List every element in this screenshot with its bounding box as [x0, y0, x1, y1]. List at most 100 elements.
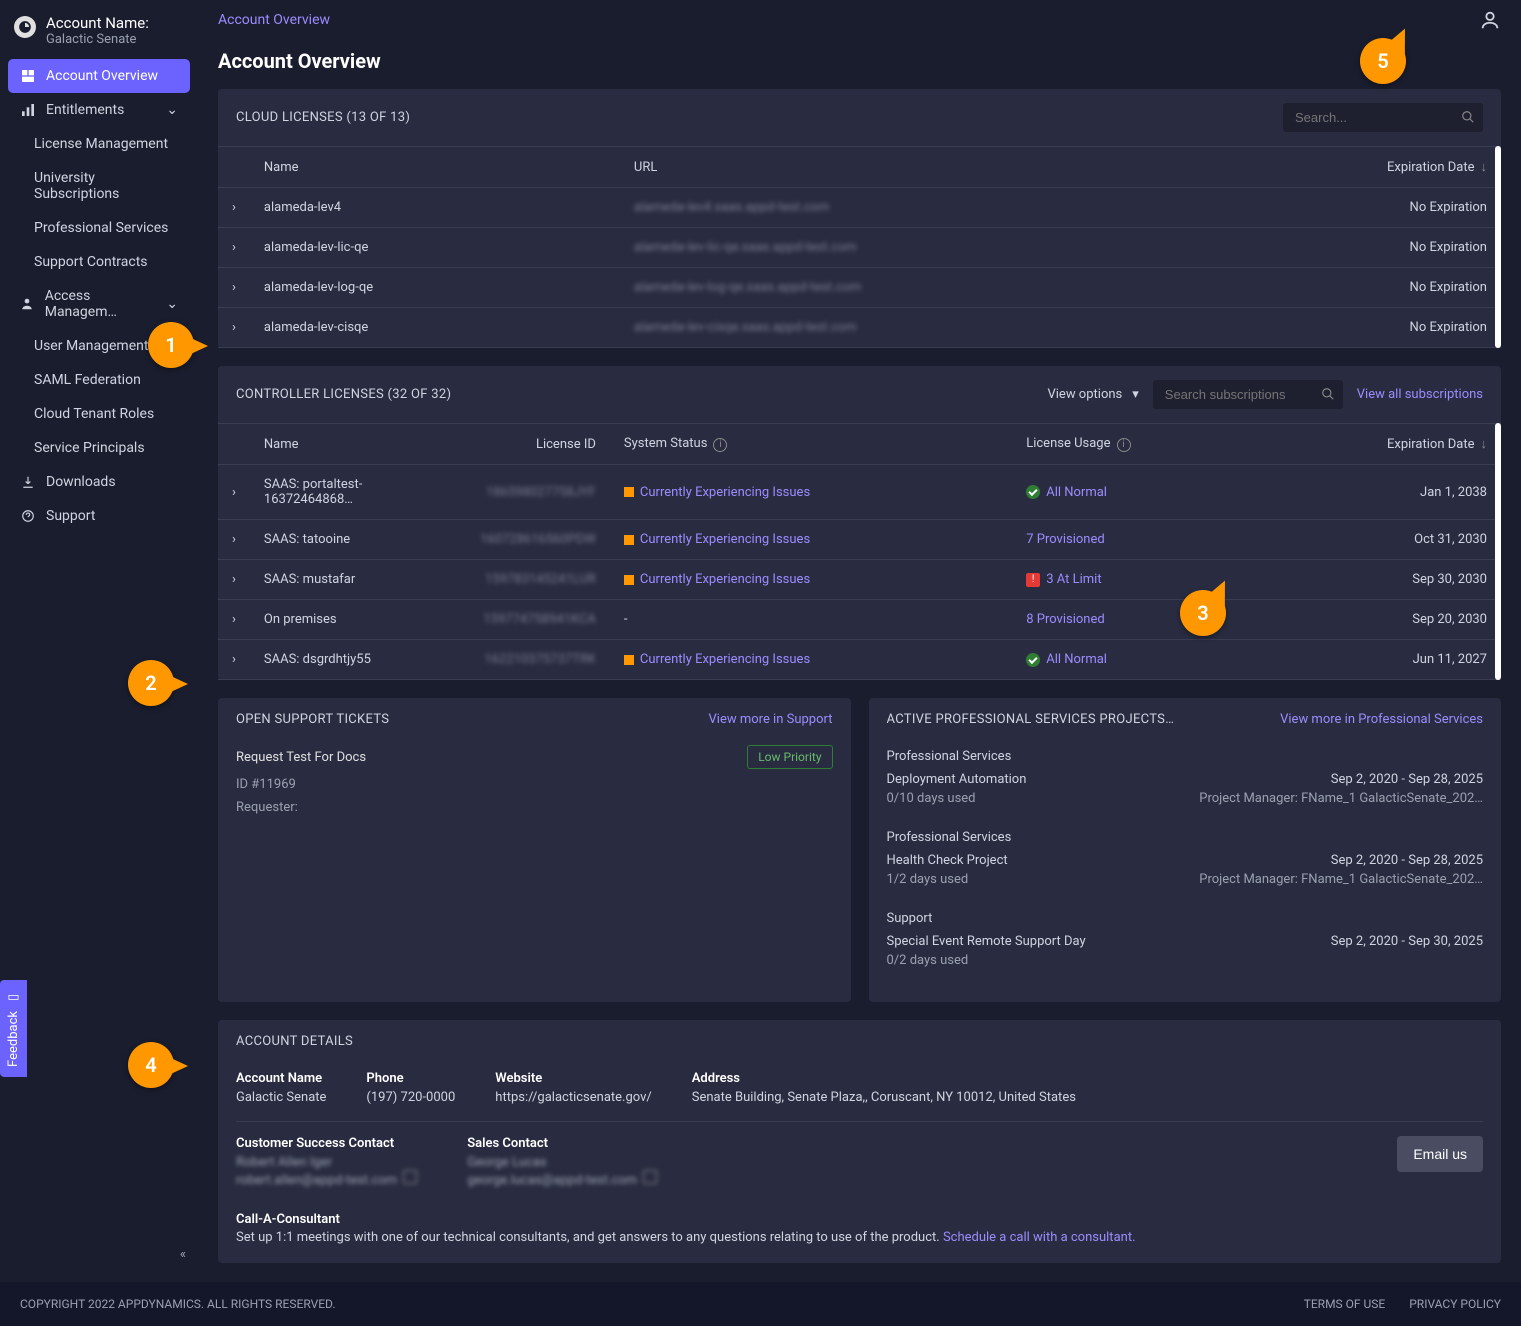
- table-row[interactable]: › On premises 159774758941KCA - 8 Provis…: [218, 600, 1501, 640]
- expand-icon[interactable]: ›: [218, 308, 250, 348]
- cell-expiration: No Expiration: [1207, 308, 1501, 348]
- cell-status[interactable]: Currently Experiencing Issues: [610, 465, 1012, 520]
- table-row[interactable]: › SAAS: dsgrdhtjy55 162210375737TRK Curr…: [218, 640, 1501, 680]
- cell-expiration: Sep 30, 2030: [1261, 560, 1501, 600]
- view-all-subscriptions-link[interactable]: View all subscriptions: [1357, 387, 1483, 402]
- expand-icon[interactable]: ›: [218, 228, 250, 268]
- cell-name: alameda-lev-lic-qe: [250, 228, 620, 268]
- nav-account-overview[interactable]: Account Overview: [8, 59, 190, 93]
- nav-professional-services[interactable]: Professional Services: [18, 211, 190, 245]
- expand-icon[interactable]: ›: [218, 188, 250, 228]
- col-system-status[interactable]: System Statusi: [610, 424, 1012, 465]
- col-expiration[interactable]: Expiration Date↓: [1261, 424, 1501, 465]
- col-name[interactable]: Name: [250, 424, 460, 465]
- chevron-down-icon: ⌄: [166, 102, 178, 118]
- nav-access-management[interactable]: Access Managem… ⌄: [8, 279, 190, 329]
- breadcrumb[interactable]: Account Overview: [218, 12, 330, 28]
- nav-downloads[interactable]: Downloads: [8, 465, 190, 499]
- ps-dates: Sep 2, 2020 - Sep 30, 2025: [1331, 934, 1483, 949]
- expand-icon[interactable]: ›: [218, 268, 250, 308]
- cloud-licenses-panel: CLOUD LICENSES (13 OF 13) Name URL: [218, 89, 1501, 348]
- table-row[interactable]: › SAAS: tatooine 160728616560PDW Current…: [218, 520, 1501, 560]
- ps-pm: Project Manager: FName_1 GalacticSenate_…: [1199, 791, 1483, 806]
- callout-4: 4: [128, 1042, 174, 1088]
- expand-icon[interactable]: ›: [218, 560, 250, 600]
- nav-university-subscriptions[interactable]: University Subscriptions: [18, 161, 190, 211]
- csc-email: robert.allen@appd-test.com: [236, 1173, 397, 1188]
- nav-label: Support: [46, 508, 95, 524]
- cell-expiration: No Expiration: [1207, 188, 1501, 228]
- professional-services-panel: ACTIVE PROFESSIONAL SERVICES PROJECTS (……: [869, 698, 1502, 1002]
- email-us-button[interactable]: Email us: [1397, 1136, 1483, 1172]
- view-more-ps-link[interactable]: View more in Professional Services: [1280, 712, 1483, 727]
- topbar: Account Overview: [198, 0, 1521, 39]
- cell-url: alameda-lev-lic-qe.saas.appd-test.com: [620, 228, 1207, 268]
- expand-icon[interactable]: ›: [218, 465, 250, 520]
- table-row[interactable]: › alameda-lev-lic-qe alameda-lev-lic-qe.…: [218, 228, 1501, 268]
- bars-icon: [20, 102, 36, 118]
- sort-desc-icon: ↓: [1481, 437, 1488, 452]
- terms-link[interactable]: TERMS OF USE: [1304, 1297, 1386, 1311]
- nav-support-contracts[interactable]: Support Contracts: [18, 245, 190, 279]
- nav-service-principals[interactable]: Service Principals: [18, 431, 190, 465]
- cell-license-id: 162210375737TRK: [460, 640, 610, 680]
- detail-address-label: Address: [692, 1071, 1076, 1086]
- table-row[interactable]: › alameda-lev-cisqe alameda-lev-cisqe.sa…: [218, 308, 1501, 348]
- col-license-usage[interactable]: License Usagei: [1012, 424, 1260, 465]
- ticket-id: ID #11969: [236, 773, 833, 796]
- cell-name: SAAS: mustafar: [250, 560, 460, 600]
- ps-name: Deployment Automation: [887, 772, 1027, 787]
- privacy-link[interactable]: PRIVACY POLICY: [1409, 1297, 1501, 1311]
- copy-icon[interactable]: [643, 1170, 657, 1184]
- nav-support[interactable]: Support: [8, 499, 190, 533]
- cell-status[interactable]: Currently Experiencing Issues: [610, 640, 1012, 680]
- search-icon: [1461, 110, 1475, 128]
- cell-status[interactable]: Currently Experiencing Issues: [610, 520, 1012, 560]
- ps-item: Professional Services Deployment Automat…: [887, 741, 1484, 822]
- controller-search-input[interactable]: [1153, 380, 1343, 409]
- panel-title: CLOUD LICENSES (13 OF 13): [236, 110, 410, 125]
- collapse-sidebar-button[interactable]: «: [0, 1235, 198, 1274]
- nav-entitlements[interactable]: Entitlements ⌄: [8, 93, 190, 127]
- col-expiration[interactable]: Expiration Date↓: [1207, 147, 1501, 188]
- nav-license-management[interactable]: License Management: [18, 127, 190, 161]
- cell-license-id: 159774758941KCA: [460, 600, 610, 640]
- table-row[interactable]: › alameda-lev-log-qe alameda-lev-log-qe.…: [218, 268, 1501, 308]
- col-name[interactable]: Name: [250, 147, 620, 188]
- cell-usage[interactable]: All Normal: [1012, 465, 1260, 520]
- profile-icon[interactable]: [1479, 9, 1501, 31]
- panel-title: OPEN SUPPORT TICKETS: [236, 712, 389, 727]
- nav-saml-federation[interactable]: SAML Federation: [18, 363, 190, 397]
- feedback-tab[interactable]: Feedback ▭: [0, 980, 27, 1077]
- expand-icon[interactable]: ›: [218, 520, 250, 560]
- schedule-call-link[interactable]: Schedule a call with a consultant.: [943, 1230, 1136, 1245]
- table-row[interactable]: › SAAS: mustafar 159783145241LUR Current…: [218, 560, 1501, 600]
- warning-icon: [624, 487, 634, 497]
- sidebar: Account Name: Galactic Senate Account Ov…: [0, 0, 198, 1282]
- detail-phone-label: Phone: [366, 1071, 455, 1086]
- cell-usage[interactable]: All Normal: [1012, 640, 1260, 680]
- nav-cloud-tenant-roles[interactable]: Cloud Tenant Roles: [18, 397, 190, 431]
- table-row[interactable]: › SAAS: portaltest-16372464868… 18659802…: [218, 465, 1501, 520]
- view-more-support-link[interactable]: View more in Support: [709, 712, 833, 727]
- copy-icon[interactable]: [403, 1170, 417, 1184]
- ps-days: 0/10 days used: [887, 791, 976, 806]
- search-icon: [1321, 387, 1335, 405]
- main: Account Overview Account Overview CLOUD …: [198, 0, 1521, 1282]
- panel-title: ACTIVE PROFESSIONAL SERVICES PROJECTS (…: [887, 712, 1177, 727]
- table-row[interactable]: › alameda-lev4 alameda-lev4.saas.appd-te…: [218, 188, 1501, 228]
- expand-icon[interactable]: ›: [218, 640, 250, 680]
- expand-icon[interactable]: ›: [218, 600, 250, 640]
- ps-item: Support Special Event Remote Support Day…: [887, 903, 1484, 984]
- cell-url: alameda-lev-log-qe.saas.appd-test.com: [620, 268, 1207, 308]
- view-options-dropdown[interactable]: View options ▾: [1047, 387, 1138, 402]
- cloud-search-input[interactable]: [1283, 103, 1483, 132]
- col-license-id[interactable]: License ID: [460, 424, 610, 465]
- callout-3: 3: [1180, 590, 1226, 636]
- cell-status[interactable]: -: [610, 600, 1012, 640]
- ticket-title: Request Test For Docs: [236, 750, 366, 765]
- cell-usage[interactable]: 7 Provisioned: [1012, 520, 1260, 560]
- col-url[interactable]: URL: [620, 147, 1207, 188]
- ps-dates: Sep 2, 2020 - Sep 28, 2025: [1331, 853, 1483, 868]
- cell-status[interactable]: Currently Experiencing Issues: [610, 560, 1012, 600]
